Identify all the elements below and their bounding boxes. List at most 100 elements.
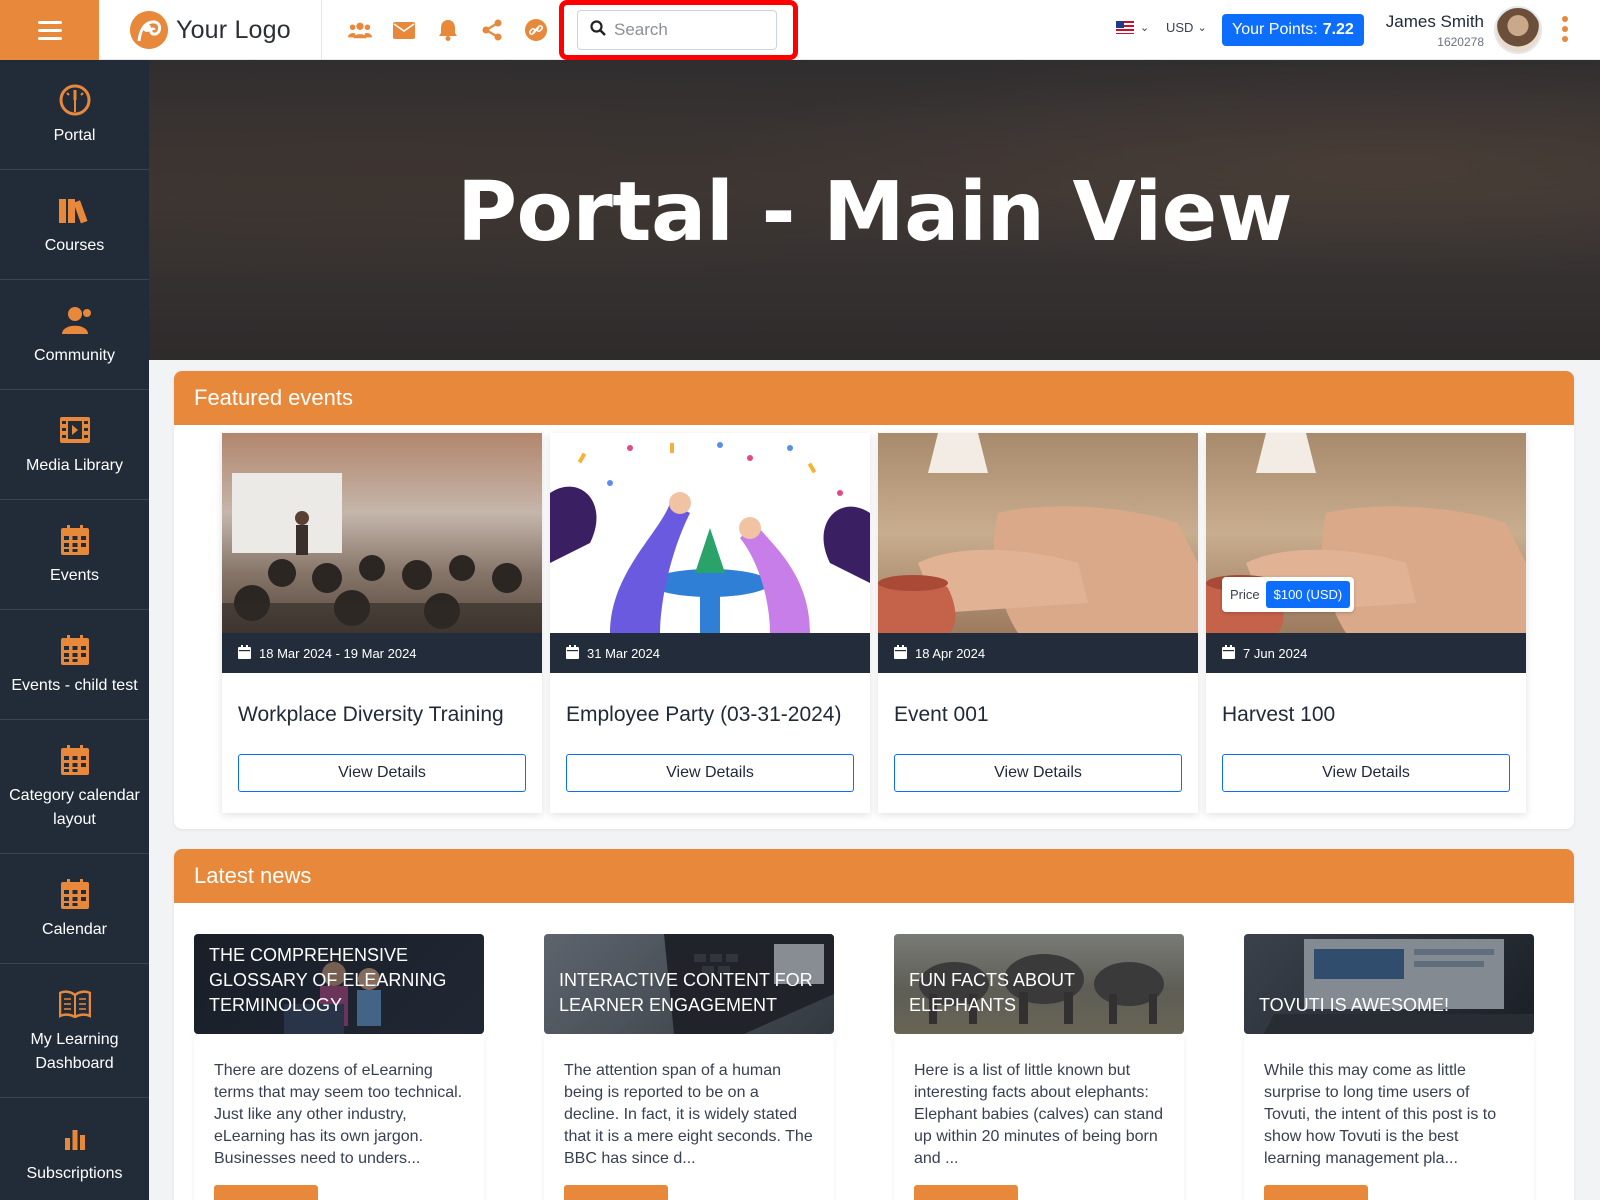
- news-excerpt: While this may come as little surprise t…: [1244, 1034, 1534, 1200]
- news-title: FUN FACTS ABOUT ELEPHANTS: [909, 970, 1075, 1015]
- event-card[interactable]: 18 Apr 2024 Event 001 View Details: [878, 433, 1198, 813]
- latest-news-heading: Latest news: [174, 849, 1574, 903]
- news-card[interactable]: INTERACTIVE CONTENT FOR LEARNER ENGAGEME…: [544, 934, 834, 1200]
- us-flag-icon: [1116, 21, 1134, 34]
- event-card[interactable]: Price $100 (USD) 7 Jun 2024 Harvest 100 …: [1206, 433, 1526, 813]
- chevron-down-icon: ⌄: [1140, 22, 1150, 34]
- news-excerpt: The attention span of a human being is r…: [544, 1034, 834, 1200]
- event-image: [878, 433, 1198, 633]
- more-options-icon[interactable]: [1562, 16, 1568, 42]
- price-label: Price: [1230, 587, 1260, 602]
- mail-icon[interactable]: [392, 18, 416, 42]
- event-title: Event 001: [894, 703, 989, 726]
- event-title: Harvest 100: [1222, 703, 1336, 726]
- view-details-button[interactable]: View Details: [238, 754, 526, 792]
- hamburger-icon: [37, 20, 62, 24]
- calendar-icon: [57, 632, 93, 668]
- dashboard-gauge-icon: [57, 82, 93, 118]
- event-image: Price $100 (USD): [1206, 433, 1526, 633]
- bell-icon[interactable]: [436, 18, 460, 42]
- points-label: Your Points:: [1232, 21, 1318, 38]
- sidebar-item-portal[interactable]: Portal: [0, 60, 149, 170]
- read-more-button[interactable]: [914, 1185, 1018, 1200]
- sidebar-item-community[interactable]: Community: [0, 280, 149, 390]
- share-icon[interactable]: [480, 18, 504, 42]
- points-badge[interactable]: Your Points: 7.22: [1222, 14, 1364, 46]
- header-divider: [321, 0, 322, 60]
- language-selector[interactable]: ⌄: [1116, 21, 1149, 34]
- points-value: 7.22: [1322, 21, 1354, 38]
- event-date: 31 Mar 2024: [550, 633, 870, 673]
- event-card[interactable]: 31 Mar 2024 Employee Party (03-31-2024) …: [550, 433, 870, 813]
- search-input[interactable]: [614, 20, 764, 40]
- sidebar-item-events[interactable]: Events: [0, 500, 149, 610]
- user-group-icon: [57, 302, 93, 338]
- top-bar: Your Logo ⌄ USD ⌄ Your Points:: [0, 0, 1600, 60]
- read-more-button[interactable]: [214, 1185, 318, 1200]
- read-more-button[interactable]: [564, 1185, 668, 1200]
- read-more-button[interactable]: [1264, 1185, 1368, 1200]
- news-image[interactable]: TOVUTI IS AWESOME!: [1244, 934, 1534, 1034]
- page-title: Portal - Main View: [456, 165, 1293, 260]
- featured-events-panel: Featured events 18 Mar 2024 - 19 Mar 202…: [174, 371, 1574, 829]
- avatar[interactable]: [1494, 6, 1542, 54]
- sidebar-item-media-library[interactable]: Media Library: [0, 390, 149, 500]
- sidebar-item-category-calendar-layout[interactable]: Category calendar layout: [0, 720, 149, 854]
- view-details-button[interactable]: View Details: [1222, 754, 1510, 792]
- event-image: [222, 433, 542, 633]
- event-title: Workplace Diversity Training: [238, 703, 504, 726]
- view-details-button[interactable]: View Details: [566, 754, 854, 792]
- search-icon: [590, 19, 606, 41]
- news-card[interactable]: FUN FACTS ABOUT ELEPHANTS Here is a list…: [894, 934, 1184, 1200]
- menu-toggle-button[interactable]: [0, 0, 99, 60]
- calendar-icon: [566, 644, 579, 662]
- event-image: [550, 433, 870, 633]
- latest-news-panel: Latest news THE COMPREHENSIVE GLOSSARY O…: [174, 849, 1574, 1200]
- sidebar-item-label: Portal: [53, 126, 96, 144]
- film-icon: [57, 412, 93, 448]
- header-icon-group: [348, 18, 548, 42]
- news-card[interactable]: THE COMPREHENSIVE GLOSSARY OF ELEARNING …: [194, 934, 484, 1200]
- logo[interactable]: Your Logo: [130, 10, 291, 50]
- search-field[interactable]: [577, 10, 777, 50]
- sidebar: Portal Courses Community Media Library E…: [0, 60, 149, 1200]
- news-title: TOVUTI IS AWESOME!: [1259, 995, 1450, 1015]
- users-icon[interactable]: [348, 18, 372, 42]
- featured-events-heading: Featured events: [174, 371, 1574, 425]
- calendar-icon: [57, 876, 93, 912]
- event-date: 18 Mar 2024 - 19 Mar 2024: [222, 633, 542, 673]
- currency-selector[interactable]: USD ⌄: [1166, 20, 1207, 35]
- hero-banner: Portal - Main View: [149, 60, 1600, 360]
- news-image[interactable]: THE COMPREHENSIVE GLOSSARY OF ELEARNING …: [194, 934, 484, 1034]
- sidebar-item-label: Category calendar layout: [9, 786, 140, 828]
- view-details-button[interactable]: View Details: [894, 754, 1182, 792]
- sidebar-item-my-learning-dashboard[interactable]: My Learning Dashboard: [0, 964, 149, 1098]
- event-title: Employee Party (03-31-2024): [566, 703, 842, 726]
- news-card[interactable]: TOVUTI IS AWESOME! While this may come a…: [1244, 934, 1534, 1200]
- sidebar-item-events-child-test[interactable]: Events - child test: [0, 610, 149, 720]
- sidebar-item-label: Community: [34, 346, 115, 364]
- calendar-icon: [57, 742, 93, 778]
- news-title: INTERACTIVE CONTENT FOR LEARNER ENGAGEME…: [559, 970, 813, 1015]
- sidebar-item-subscriptions[interactable]: Subscriptions: [0, 1098, 149, 1200]
- news-image[interactable]: FUN FACTS ABOUT ELEPHANTS: [894, 934, 1184, 1034]
- user-info[interactable]: James Smith 1620278: [1386, 12, 1484, 49]
- user-name: James Smith: [1385, 12, 1484, 31]
- news-excerpt: Here is a list of little known but inter…: [894, 1034, 1184, 1200]
- sidebar-item-courses[interactable]: Courses: [0, 170, 149, 280]
- sidebar-item-calendar[interactable]: Calendar: [0, 854, 149, 964]
- event-date: 18 Apr 2024: [878, 633, 1198, 673]
- user-id: 1620278: [1437, 35, 1484, 49]
- books-icon: [57, 192, 93, 228]
- event-card[interactable]: 18 Mar 2024 - 19 Mar 2024 Workplace Dive…: [222, 433, 542, 813]
- open-book-icon: [57, 986, 93, 1022]
- sidebar-item-label: Events - child test: [11, 676, 138, 694]
- sidebar-item-label: Subscriptions: [26, 1164, 123, 1182]
- news-title: THE COMPREHENSIVE GLOSSARY OF ELEARNING …: [209, 945, 447, 1015]
- sidebar-item-label: Calendar: [42, 920, 107, 938]
- news-image[interactable]: INTERACTIVE CONTENT FOR LEARNER ENGAGEME…: [544, 934, 834, 1034]
- calendar-icon: [57, 522, 93, 558]
- calendar-icon: [238, 644, 251, 662]
- sidebar-item-label: Events: [50, 566, 99, 584]
- link-icon[interactable]: [524, 18, 548, 42]
